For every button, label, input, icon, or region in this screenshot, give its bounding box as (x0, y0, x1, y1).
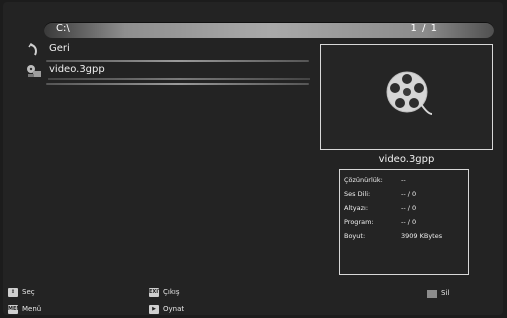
footer-label: Çıkış (163, 288, 180, 296)
preview-filename: video.3gpp (378, 154, 435, 165)
info-value: -- (401, 176, 406, 184)
video-file-icon (26, 63, 42, 79)
current-path: C:\ (56, 23, 70, 34)
film-reel-icon (386, 71, 433, 115)
preview-panel (320, 44, 493, 150)
footer-label: Seç (22, 288, 35, 296)
footer-label: Oynat (163, 305, 185, 313)
menu-key-icon: MENU (8, 305, 25, 314)
list-item-label: video.3gpp (49, 64, 105, 75)
list-item-label: Geri (49, 43, 70, 54)
footer-label: Sil (441, 289, 450, 297)
info-value: -- / 0 (401, 190, 417, 198)
info-label: Altyazı: (344, 204, 369, 212)
info-label: Program: (344, 218, 374, 226)
info-value: -- / 0 (401, 218, 417, 226)
back-arrow-icon (26, 42, 42, 58)
exit-key-icon: EXIT (149, 288, 162, 297)
row-divider (48, 78, 310, 80)
grey-key-icon (427, 290, 437, 298)
path-bar: C:\ 1 / 1 (44, 22, 494, 38)
updown-key-icon: ⇕ (8, 288, 18, 297)
row-divider (46, 83, 309, 85)
media-info-panel: Çözünürlük: -- Ses Dili: -- / 0 Altyazı:… (339, 169, 469, 275)
info-label: Ses Dili: (344, 190, 371, 198)
page-indicator: 1 / 1 (410, 23, 438, 34)
info-label: Çözünürlük: (344, 176, 383, 184)
play-key-icon: ▶ (149, 305, 159, 314)
info-value: 3909 KBytes (401, 232, 443, 240)
footer-label: Menü (22, 305, 42, 313)
info-label: Boyut: (344, 232, 366, 240)
info-value: -- / 0 (401, 204, 417, 212)
list-item-back[interactable]: Geri (26, 41, 311, 62)
